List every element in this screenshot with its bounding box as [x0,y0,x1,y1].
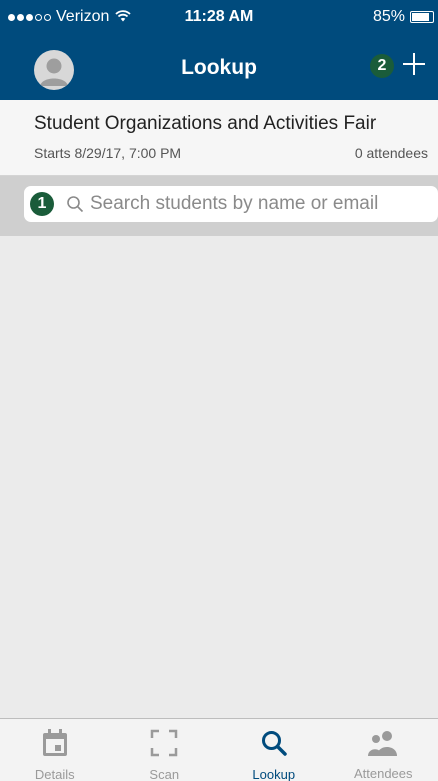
tab-label: Lookup [252,767,296,781]
attendee-count: 0 attendees [354,145,428,161]
scan-frame-icon [150,729,178,757]
search-icon [260,729,288,757]
lookup-screen: Verizon 11:28 AM 85% Lookup 2 Student Or… [0,0,438,781]
tab-label: Details [34,767,75,781]
tab-label: Scan [149,767,180,781]
event-header: Student Organizations and Activities Fai… [0,100,438,176]
tab-attendees[interactable]: Attendees [329,719,438,781]
search-box[interactable]: 1 [24,186,438,222]
results-area [0,236,438,718]
tab-bar: Details Scan Lookup Attendees [0,718,438,781]
search-bar-container: 1 [0,176,438,236]
step-badge-add: 2 [370,54,394,78]
tab-label: Attendees [353,766,413,781]
event-title: Student Organizations and Activities Fai… [34,113,377,134]
status-bar: Verizon 11:28 AM 85% [0,0,438,38]
search-input[interactable] [90,189,426,219]
tab-scan[interactable]: Scan [110,719,220,781]
tab-lookup[interactable]: Lookup [219,719,329,781]
nav-bar: Lookup 2 [0,38,438,100]
battery-percent: 85% [372,8,405,25]
plus-icon [401,51,427,82]
step-badge-search: 1 [30,192,54,216]
people-icon [367,729,399,756]
add-attendee-button[interactable] [398,50,430,82]
battery-indicator: 85% [373,8,434,26]
tab-details[interactable]: Details [0,719,110,781]
calendar-icon [42,729,68,757]
search-icon [66,195,84,218]
battery-icon [410,11,434,23]
event-start-time: Starts 8/29/17, 7:00 PM [34,145,182,161]
